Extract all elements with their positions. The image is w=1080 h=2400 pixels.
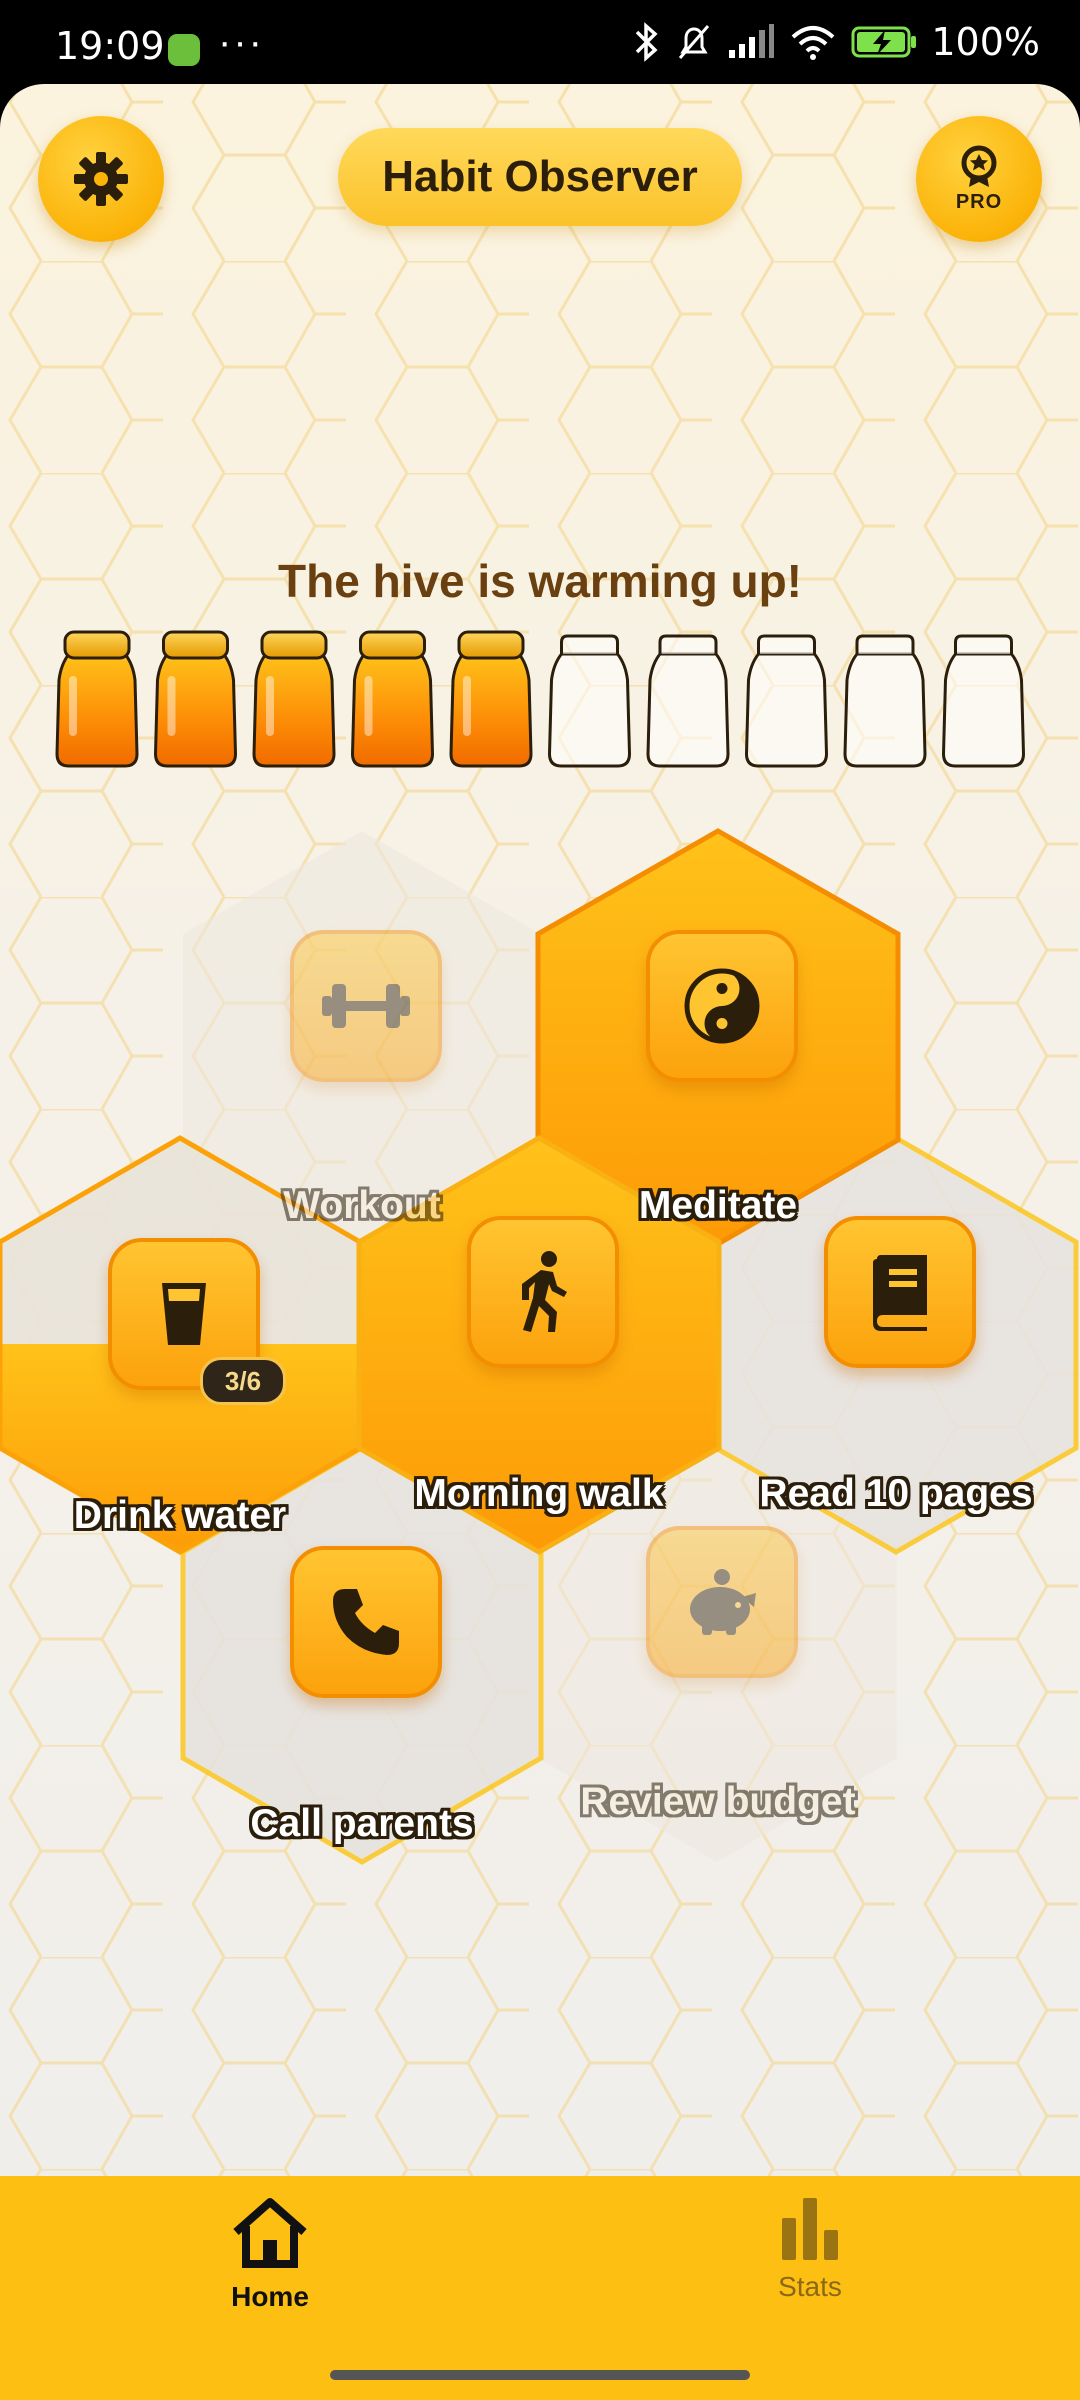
android-app-icon xyxy=(168,34,200,66)
review-budget-icon-button[interactable] xyxy=(646,1526,798,1678)
habit-label-meditate: Meditate xyxy=(638,1184,798,1227)
nav-stats-label: Stats xyxy=(778,2271,842,2302)
nav-home[interactable]: Home xyxy=(120,2196,420,2313)
gesture-bar xyxy=(330,2370,750,2380)
dumbbell-icon xyxy=(322,984,410,1028)
home-icon xyxy=(233,2198,307,2268)
bottom-navigation: Home Stats xyxy=(0,2176,1080,2400)
habit-label-call-parents: Call parents xyxy=(250,1802,474,1845)
habit-label-morning-walk: Morning walk xyxy=(414,1472,664,1515)
habit-label-review-budget: Review budget xyxy=(580,1780,856,1823)
nav-home-label: Home xyxy=(231,2281,309,2312)
bell-muted-icon xyxy=(679,25,710,59)
habit-label-drink-water: Drink water xyxy=(73,1494,287,1537)
workout-icon-button[interactable] xyxy=(290,930,442,1082)
read-icon-button[interactable] xyxy=(824,1216,976,1368)
app-screen: Habit Observer PRO The hive is warming u… xyxy=(0,84,1080,2400)
bar-chart-icon xyxy=(782,2198,838,2260)
walking-icon xyxy=(522,1251,567,1332)
status-bar: 19:09 ··· 100% xyxy=(0,0,1080,84)
battery-percent: 100% xyxy=(931,20,1040,64)
status-time: 19:09 xyxy=(55,24,165,68)
battery-charging-icon xyxy=(851,26,917,58)
book-icon xyxy=(873,1255,927,1331)
progress-badge: 3/6 xyxy=(200,1357,286,1405)
phone-icon xyxy=(333,1589,399,1655)
glass-icon xyxy=(162,1283,206,1345)
piggy-bank-icon xyxy=(690,1569,756,1635)
nav-stats[interactable]: Stats xyxy=(660,2196,960,2303)
meditate-icon-button[interactable] xyxy=(646,930,798,1082)
yin-yang-icon xyxy=(684,968,760,1044)
habit-label-read: Read 10 pages xyxy=(759,1472,1033,1515)
habit-label-workout: Workout xyxy=(283,1184,441,1227)
bluetooth-icon xyxy=(636,22,658,62)
call-parents-icon-button[interactable] xyxy=(290,1546,442,1698)
wifi-icon xyxy=(792,26,835,60)
morning-walk-icon-button[interactable] xyxy=(467,1216,619,1368)
signal-icon xyxy=(729,24,775,58)
more-notifications-icon: ··· xyxy=(218,20,264,64)
habit-hexagon-grid xyxy=(0,828,1079,1865)
